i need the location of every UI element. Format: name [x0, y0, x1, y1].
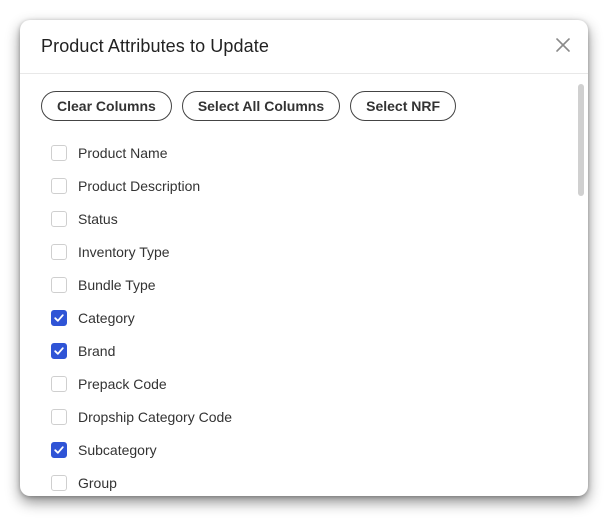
- attribute-label: Brand: [78, 342, 116, 359]
- action-button-row: Clear Columns Select All Columns Select …: [41, 91, 457, 121]
- checkmark-icon: [54, 445, 64, 454]
- attribute-label: Subcategory: [78, 441, 157, 458]
- checkbox[interactable]: [51, 210, 67, 227]
- modal-header: Product Attributes to Update: [20, 20, 588, 74]
- checkbox[interactable]: [51, 177, 67, 194]
- attribute-label: Group: [78, 474, 117, 491]
- checkbox-checked[interactable]: [51, 441, 67, 458]
- checkmark-icon: [54, 346, 64, 355]
- attribute-label: Status: [78, 210, 118, 227]
- clear-columns-button[interactable]: Clear Columns: [41, 91, 172, 121]
- checkbox[interactable]: [51, 408, 67, 425]
- checkbox-checked[interactable]: [51, 342, 67, 359]
- list-item[interactable]: Subcategory: [51, 433, 551, 466]
- checkbox[interactable]: [51, 276, 67, 293]
- list-item[interactable]: Inventory Type: [51, 235, 551, 268]
- modal-body: Clear Columns Select All Columns Select …: [20, 74, 588, 496]
- checkmark-icon: [54, 313, 64, 322]
- list-item[interactable]: Product Description: [51, 169, 551, 202]
- scrollbar[interactable]: [578, 79, 586, 491]
- attribute-label: Inventory Type: [78, 243, 170, 260]
- attribute-label: Product Name: [78, 144, 168, 161]
- list-item[interactable]: Product Name: [51, 136, 551, 169]
- attribute-label: Category: [78, 309, 135, 326]
- list-item[interactable]: Brand: [51, 334, 551, 367]
- select-all-columns-button[interactable]: Select All Columns: [181, 91, 341, 121]
- select-nrf-button[interactable]: Select NRF: [350, 91, 457, 121]
- list-item[interactable]: Dropship Category Code: [51, 400, 551, 433]
- list-item[interactable]: Group: [51, 466, 551, 496]
- attribute-label: Bundle Type: [78, 276, 156, 293]
- list-item[interactable]: Category: [51, 301, 551, 334]
- modal-title: Product Attributes to Update: [41, 36, 269, 56]
- attribute-label: Prepack Code: [78, 375, 167, 392]
- list-item[interactable]: Status: [51, 202, 551, 235]
- checkbox[interactable]: [51, 474, 67, 491]
- close-icon: [556, 38, 570, 52]
- attributes-modal: Product Attributes to Update Clear Colum…: [20, 20, 588, 496]
- attribute-list: Product Name Product Description Status Inv…: [51, 144, 551, 496]
- list-item[interactable]: Prepack Code: [51, 367, 551, 400]
- scrollbar-thumb[interactable]: [578, 84, 584, 196]
- checkbox[interactable]: [51, 144, 67, 161]
- checkbox[interactable]: [51, 375, 67, 392]
- checkbox-checked[interactable]: [51, 309, 67, 326]
- checkbox[interactable]: [51, 243, 67, 260]
- attribute-label: Product Description: [78, 177, 201, 194]
- list-item[interactable]: Bundle Type: [51, 268, 551, 301]
- attribute-label: Dropship Category Code: [78, 408, 233, 425]
- close-button[interactable]: [552, 34, 574, 56]
